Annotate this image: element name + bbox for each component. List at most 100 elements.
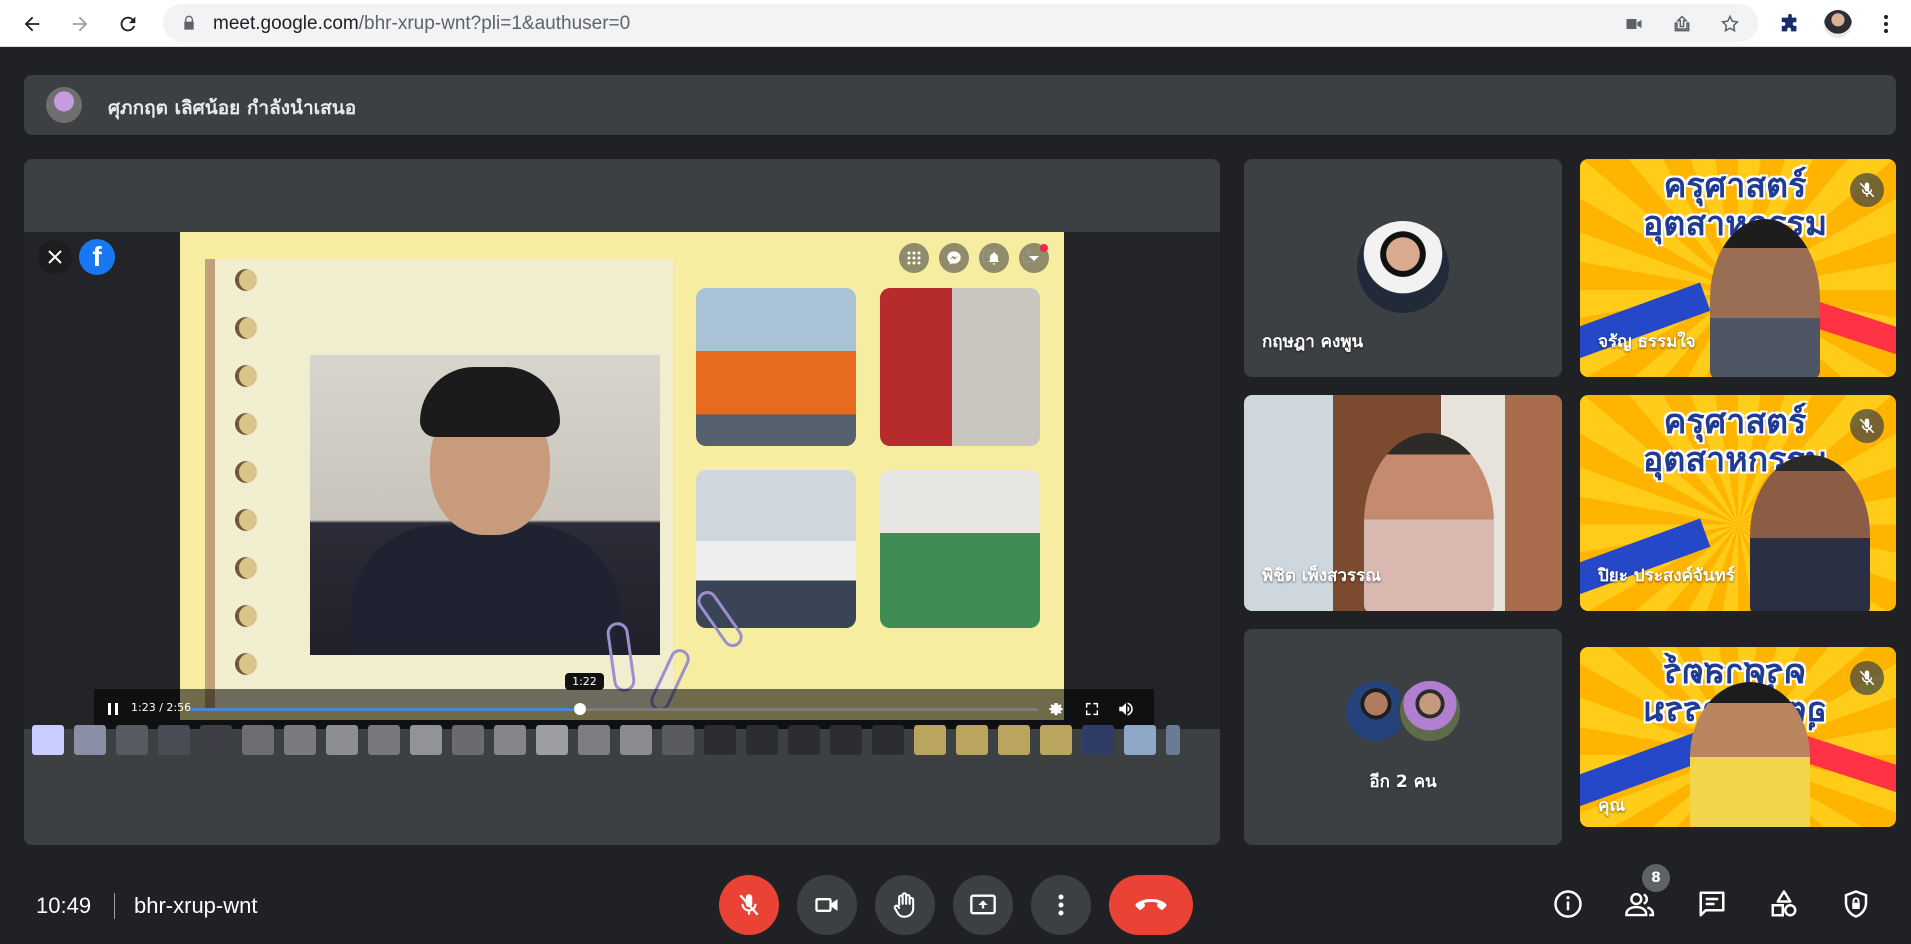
camera-in-use-icon[interactable] xyxy=(1623,13,1645,35)
url-host: meet.google.com xyxy=(213,13,359,34)
taskbar-thumbnail[interactable] xyxy=(116,725,148,755)
present-to-all-icon xyxy=(970,894,996,915)
taskbar-thumbnail[interactable] xyxy=(1040,725,1072,755)
taskbar-thumbnail[interactable] xyxy=(830,725,862,755)
puzzle-icon xyxy=(1781,13,1797,32)
taskbar-thumbnail[interactable] xyxy=(1082,725,1114,755)
seek-progress xyxy=(190,708,581,711)
participant-video xyxy=(1710,219,1820,377)
participant-avatar xyxy=(1398,679,1462,743)
call-end-icon xyxy=(1135,899,1167,910)
seek-handle[interactable] xyxy=(574,703,587,715)
url-path: /bhr-xrup-wnt?pli=1&authuser=0 xyxy=(358,13,631,34)
camera-toggle-button[interactable] xyxy=(797,875,857,935)
presentation-stage: f 1:23 / 2:56 1:22 xyxy=(24,159,1220,845)
browser-toolbar: meet.google.com/bhr-xrup-wnt?pli=1&authu… xyxy=(0,0,1911,47)
muted-indicator xyxy=(1850,661,1884,695)
self-tile[interactable]: ครุศาสตร์อุตสาหกรรม คุณ xyxy=(1580,647,1896,827)
meeting-details-button[interactable] xyxy=(1550,886,1586,922)
present-screen-button[interactable] xyxy=(953,875,1013,935)
participant-tile[interactable]: ครุศาสตร์ อุตสาหกรรม จรัญ ธรรมใจ xyxy=(1580,159,1896,377)
raise-hand-button[interactable] xyxy=(875,875,935,935)
hand-icon xyxy=(893,892,915,918)
notification-bell-icon[interactable] xyxy=(979,243,1009,273)
meeting-code: bhr-xrup-wnt xyxy=(134,893,258,918)
bookmark-star-icon[interactable] xyxy=(1719,13,1741,35)
share-icon[interactable] xyxy=(1671,13,1693,35)
profile-avatar[interactable] xyxy=(1822,8,1854,40)
microphone-toggle-button[interactable] xyxy=(719,875,779,935)
video-settings-icon[interactable] xyxy=(1046,699,1066,719)
participant-video xyxy=(1364,433,1494,611)
presenter-avatar xyxy=(46,87,82,123)
taskbar-thumbnail[interactable] xyxy=(1124,725,1156,755)
taskbar-thumbnail[interactable] xyxy=(704,725,736,755)
taskbar-thumbnail[interactable] xyxy=(872,725,904,755)
host-controls-button[interactable] xyxy=(1838,886,1874,922)
meeting-clock: 10:49 xyxy=(36,893,92,918)
taskbar-thumbnail[interactable] xyxy=(32,725,64,755)
pause-button[interactable] xyxy=(106,701,120,720)
address-bar[interactable]: meet.google.com/bhr-xrup-wnt?pli=1&authu… xyxy=(163,4,1758,42)
seek-slider[interactable]: 1:22 xyxy=(190,673,1038,715)
notebook-ring xyxy=(235,413,257,435)
taskbar-thumbnail[interactable] xyxy=(242,725,274,755)
taskbar-thumbnail[interactable] xyxy=(536,725,568,755)
reload-button[interactable] xyxy=(112,8,144,40)
taskbar-thumbnail[interactable] xyxy=(788,725,820,755)
back-button[interactable] xyxy=(16,8,48,40)
back-arrow-icon xyxy=(24,16,40,32)
divider xyxy=(114,893,115,919)
taskbar-thumbnail[interactable] xyxy=(494,725,526,755)
muted-indicator xyxy=(1850,173,1884,207)
participant-tile[interactable]: กฤษฎา คงพูน xyxy=(1244,159,1562,377)
facebook-logo-icon[interactable]: f xyxy=(79,239,115,275)
participant-tile[interactable]: พิชิต เพ็งสวรรณ xyxy=(1244,395,1562,611)
volume-icon[interactable] xyxy=(1116,699,1136,719)
extensions-button[interactable] xyxy=(1774,8,1806,40)
taskbar-thumbnail[interactable] xyxy=(284,725,316,755)
taskbar-thumbnail[interactable] xyxy=(452,725,484,755)
forward-button[interactable] xyxy=(64,8,96,40)
videocam-icon xyxy=(815,898,838,912)
taskbar-thumbnail[interactable] xyxy=(578,725,610,755)
seek-tooltip: 1:22 xyxy=(565,673,604,690)
taskbar-thumbnail[interactable] xyxy=(956,725,988,755)
taskbar-thumbnail[interactable] xyxy=(1166,725,1180,755)
taskbar-thumbnail[interactable] xyxy=(326,725,358,755)
leave-call-button[interactable] xyxy=(1109,875,1193,935)
participant-tile[interactable]: ครุศาสตร์ อุตสาหกรรม ปิยะ ประสงค์จันทร์ xyxy=(1580,395,1896,611)
more-options-button[interactable] xyxy=(1031,875,1091,935)
more-vert-icon xyxy=(1058,894,1064,916)
chat-button[interactable] xyxy=(1694,886,1730,922)
taskbar-thumbnail[interactable] xyxy=(74,725,106,755)
notebook-ring xyxy=(235,509,257,531)
shared-screen[interactable]: f 1:23 / 2:56 1:22 xyxy=(24,232,1220,729)
taskbar-thumbnail[interactable] xyxy=(368,725,400,755)
taskbar-thumbnail[interactable] xyxy=(998,725,1030,755)
fullscreen-icon[interactable] xyxy=(1082,699,1102,719)
taskbar-thumbnail[interactable] xyxy=(158,725,190,755)
taskbar-thumbnail[interactable] xyxy=(746,725,778,755)
others-tile[interactable]: อีก 2 คน xyxy=(1244,629,1562,845)
taskbar-thumbnail[interactable] xyxy=(620,725,652,755)
taskbar-thumbnail[interactable] xyxy=(662,725,694,755)
activities-icon xyxy=(1771,890,1797,917)
activities-button[interactable] xyxy=(1766,886,1802,922)
others-count-label: อีก 2 คน xyxy=(1369,772,1437,792)
account-menu-icon[interactable] xyxy=(1019,243,1049,273)
close-video-button[interactable] xyxy=(38,240,72,274)
messenger-icon[interactable] xyxy=(939,243,969,273)
participant-count-badge: 8 xyxy=(1642,864,1670,892)
muted-indicator xyxy=(1850,409,1884,443)
kebab-menu-icon xyxy=(1884,15,1888,33)
participant-name: ปิยะ ประสงค์จันทร์ xyxy=(1598,566,1735,586)
participant-video xyxy=(1750,455,1870,611)
taskbar-thumbnail[interactable] xyxy=(914,725,946,755)
taskbar-thumbnail[interactable] xyxy=(200,725,232,755)
taskbar-thumbnail[interactable] xyxy=(410,725,442,755)
notebook-ring xyxy=(235,317,257,339)
apps-grid-icon[interactable] xyxy=(899,243,929,273)
participant-name: คุณ xyxy=(1598,796,1626,816)
browser-menu-button[interactable] xyxy=(1870,8,1902,40)
